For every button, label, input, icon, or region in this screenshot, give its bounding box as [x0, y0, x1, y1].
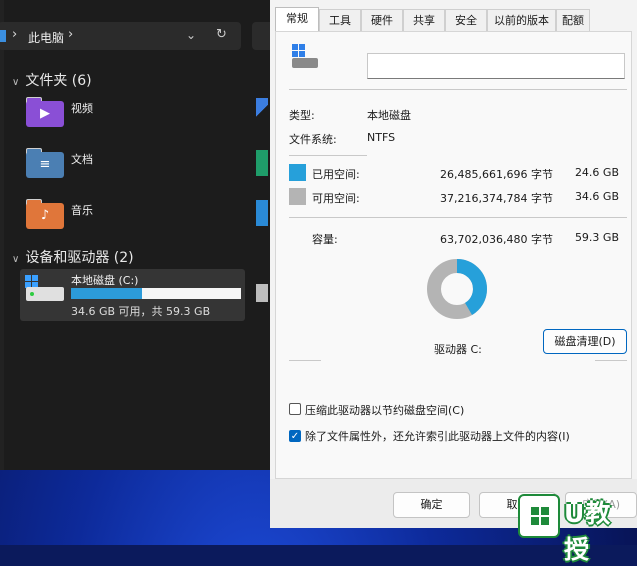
capacity-label: 容量:	[312, 233, 338, 246]
video-folder-icon[interactable]: ▶	[26, 97, 66, 127]
free-space-label: 可用空间:	[312, 192, 360, 205]
type-label: 类型:	[289, 109, 315, 122]
drive-usage-bar	[71, 288, 241, 299]
drive-name: 本地磁盘 (C:)	[71, 274, 139, 287]
capacity-gb: 59.3 GB	[574, 231, 619, 244]
tab-1[interactable]: 工具	[319, 9, 361, 31]
navigation-pane-edge[interactable]	[0, 0, 4, 470]
drive-free-text: 34.6 GB 可用，共 59.3 GB	[71, 305, 211, 318]
type-value: 本地磁盘	[367, 109, 411, 122]
divider	[595, 360, 627, 361]
folder-icon[interactable]	[256, 200, 268, 226]
drive-label: 驱动器 C:	[434, 343, 482, 356]
capacity-bytes: 63,702,036,480 字节	[440, 233, 553, 246]
allow-indexing-checkbox[interactable]: ✓	[289, 430, 301, 442]
folders-section-header[interactable]: ∨ 文件夹 (6)	[12, 70, 92, 90]
folder-label[interactable]: 文档	[71, 151, 93, 167]
breadcrumb-chevron-icon[interactable]: ›	[12, 27, 17, 42]
drive-properties-dialog: 常规 工具 硬件 共享 安全 以前的版本 配额 类型: 本地磁盘 文件系统: NTFS 已用…	[270, 0, 637, 528]
file-explorer-window: › 此电脑 › ⌄ ↻ ∨ 文件夹 (6) ▶ 视频 ≡ 文档 ♪ 音乐 ∨ 设备和驱动器 (…	[0, 0, 270, 470]
ok-button[interactable]: 确定	[393, 492, 470, 518]
tab-2[interactable]: 硬件	[361, 9, 403, 31]
disk-usage-donut-chart	[427, 259, 487, 319]
file-system-value: NTFS	[367, 131, 396, 144]
divider	[289, 217, 627, 218]
drive-usage-fill	[71, 288, 142, 299]
folder-icon[interactable]	[256, 150, 268, 176]
tab-4[interactable]: 安全	[445, 9, 487, 31]
divider	[289, 360, 321, 361]
tab-strip: 常规 工具 硬件 共享 安全 以前的版本 配额	[275, 7, 632, 32]
chevron-down-icon[interactable]: ⌄	[186, 28, 196, 42]
breadcrumb-this-pc[interactable]: 此电脑	[28, 29, 64, 46]
allow-indexing-label[interactable]: 除了文件属性外，还允许索引此驱动器上文件的内容(I)	[305, 428, 570, 444]
folder-label[interactable]: 音乐	[71, 202, 93, 218]
documents-folder-icon[interactable]: ≡	[26, 148, 66, 178]
watermark: U教授	[514, 490, 637, 564]
folder-label[interactable]: 视频	[71, 100, 93, 116]
this-pc-icon	[0, 30, 6, 42]
devices-section-title: 设备和驱动器 (2)	[25, 250, 134, 266]
tab-0[interactable]: 常规	[275, 7, 319, 32]
devices-section-header[interactable]: ∨ 设备和驱动器 (2)	[12, 247, 134, 267]
search-box[interactable]	[252, 22, 270, 50]
file-system-label: 文件系统:	[289, 133, 337, 146]
folder-icon[interactable]	[256, 98, 268, 124]
breadcrumb-chevron-icon[interactable]: ›	[68, 27, 73, 42]
used-space-label: 已用空间:	[312, 168, 360, 181]
free-space-gb: 34.6 GB	[574, 190, 619, 203]
dvd-drive-icon[interactable]	[256, 284, 268, 302]
compress-drive-label[interactable]: 压缩此驱动器以节约磁盘空间(C)	[305, 402, 464, 418]
used-space-gb: 24.6 GB	[574, 166, 619, 179]
hard-drive-icon	[26, 287, 64, 301]
volume-name-field[interactable]	[367, 53, 625, 79]
watermark-text: U教授	[564, 499, 612, 564]
music-folder-icon[interactable]: ♪	[26, 199, 66, 229]
free-space-bytes: 37,216,374,784 字节	[440, 192, 553, 205]
folders-section-title: 文件夹 (6)	[25, 73, 92, 89]
hard-drive-icon	[290, 42, 320, 70]
divider	[289, 155, 367, 156]
drive-tile-c[interactable]: 本地磁盘 (C:) 34.6 GB 可用，共 59.3 GB	[20, 269, 245, 321]
free-space-swatch	[289, 188, 306, 205]
used-space-swatch	[289, 164, 306, 181]
refresh-icon[interactable]: ↻	[216, 27, 227, 42]
disk-cleanup-button[interactable]: 磁盘清理(D)	[543, 329, 627, 354]
compress-drive-checkbox[interactable]	[289, 403, 301, 415]
watermark-logo-icon	[518, 494, 560, 538]
used-space-bytes: 26,485,661,696 字节	[440, 168, 553, 181]
divider	[289, 89, 627, 90]
tab-5[interactable]: 以前的版本	[487, 9, 556, 31]
address-bar[interactable]: › 此电脑 › ⌄ ↻	[0, 22, 241, 50]
chevron-down-icon[interactable]: ∨	[12, 254, 19, 265]
tab-6[interactable]: 配额	[556, 9, 590, 31]
tab-3[interactable]: 共享	[403, 9, 445, 31]
chevron-down-icon[interactable]: ∨	[12, 77, 19, 88]
